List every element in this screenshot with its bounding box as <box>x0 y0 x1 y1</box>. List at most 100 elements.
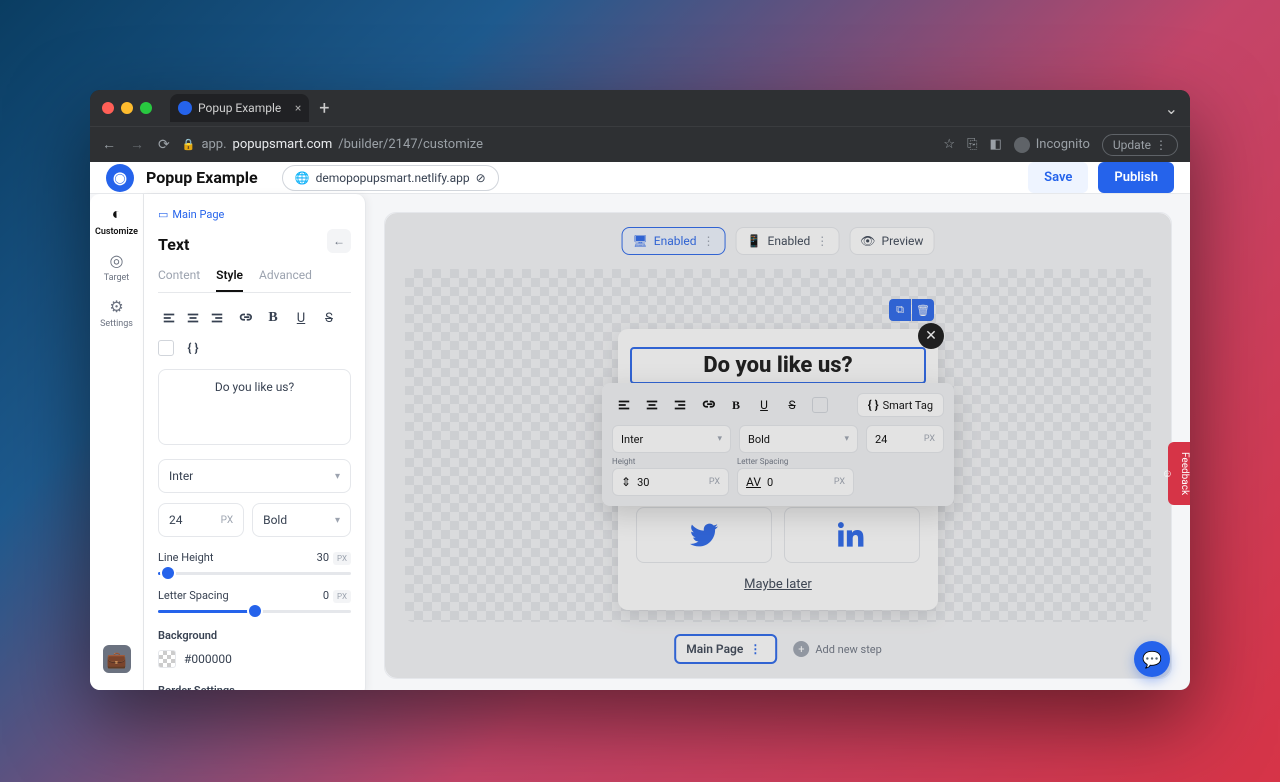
text-toolbar: B U S <box>158 307 351 329</box>
align-right-button[interactable] <box>668 393 692 417</box>
variable-button[interactable]: { } <box>182 337 204 359</box>
linkedin-button[interactable] <box>784 507 920 563</box>
menu-dots-icon[interactable]: ⋮ <box>749 642 761 656</box>
bold-button[interactable]: B <box>724 393 748 417</box>
reading-list-icon[interactable]: ⎘ <box>967 137 977 152</box>
tab-style[interactable]: Style <box>216 268 243 292</box>
font-size-input[interactable]: 24 PX <box>158 503 244 537</box>
panel-title: Text <box>158 235 189 254</box>
settings-icon: ⚙ <box>109 297 123 316</box>
canvas: 🖥 Enabled ⋮ 📱 Enabled ⋮ 👁 Preview <box>366 194 1190 690</box>
mobile-icon: 📱 <box>747 234 762 248</box>
step-main-page[interactable]: Main Page ⋮ <box>674 634 777 664</box>
properties-panel: ▭ Main Page Text ← Content Style Advance… <box>144 194 366 690</box>
rail-settings[interactable]: ⚙ Settings <box>100 297 133 329</box>
close-window-icon[interactable] <box>102 102 114 114</box>
customize-icon: ◐ <box>112 204 122 224</box>
underline-button[interactable]: U <box>290 307 312 329</box>
duplicate-button[interactable]: ⧉ <box>889 299 911 321</box>
popup-name: Popup Example <box>146 168 258 187</box>
panel-tabs: Content Style Advanced <box>158 268 351 293</box>
bookmark-icon[interactable]: ☆ <box>943 137 955 152</box>
save-button[interactable]: Save <box>1028 162 1088 193</box>
reload-icon[interactable]: ⟳ <box>158 137 170 153</box>
brace-icon: { } <box>868 398 879 412</box>
tab-advanced[interactable]: Advanced <box>259 268 312 292</box>
align-left-button[interactable] <box>612 393 636 417</box>
chat-bubble[interactable]: 💬 <box>1134 641 1170 677</box>
address-bar[interactable]: 🔒 app.popupsmart.com/builder/2147/custom… <box>182 137 932 152</box>
plus-icon: + <box>793 641 809 657</box>
line-height-slider[interactable] <box>158 572 351 575</box>
eye-icon: 👁 <box>860 234 875 248</box>
background-value: #000000 <box>184 652 232 666</box>
titlebar: Popup Example × + ⌄ <box>90 90 1190 126</box>
text-color-swatch[interactable] <box>158 340 174 356</box>
line-height-label: Line Height <box>158 551 213 564</box>
breadcrumb[interactable]: ▭ Main Page <box>158 208 224 221</box>
minimize-window-icon[interactable] <box>121 102 133 114</box>
font-family-select[interactable]: Inter ▾ <box>158 459 351 493</box>
chevron-down-icon: ▾ <box>335 471 340 482</box>
feedback-icon: ☺ <box>1162 467 1173 480</box>
strikethrough-button[interactable]: S <box>780 393 804 417</box>
tab-favicon-icon <box>178 101 192 115</box>
align-right-button[interactable] <box>206 307 228 329</box>
ft-font-family-select[interactable]: Inter ▾ <box>612 425 731 453</box>
smart-tag-button[interactable]: { } Smart Tag <box>857 393 944 417</box>
briefcase-icon: 💼 <box>107 650 127 669</box>
update-button[interactable]: Update⋮ <box>1102 134 1178 156</box>
publish-button[interactable]: Publish <box>1098 162 1174 193</box>
tab-close-icon[interactable]: × <box>295 101 301 115</box>
tabs-dropdown-icon[interactable]: ⌄ <box>1165 99 1178 118</box>
link-button[interactable] <box>696 393 720 417</box>
browser-tab[interactable]: Popup Example × <box>170 94 309 122</box>
new-tab-button[interactable]: + <box>319 98 329 119</box>
maybe-later-link[interactable]: Maybe later <box>636 577 920 592</box>
ft-letter-spacing-input[interactable]: AV 0 PX <box>737 468 854 496</box>
ft-font-weight-select[interactable]: Bold ▾ <box>739 425 858 453</box>
text-content-input[interactable]: Do you like us? <box>158 369 351 445</box>
target-domain-pill[interactable]: 🌐 demopopupsmart.netlify.app ⊘ <box>282 165 499 191</box>
underline-button[interactable]: U <box>752 393 776 417</box>
delete-button[interactable]: 🗑 <box>912 299 934 321</box>
desktop-icon: 🖥 <box>633 234 648 248</box>
side-panel-icon[interactable]: ◧ <box>989 137 1001 152</box>
align-center-button[interactable] <box>182 307 204 329</box>
side-rail: ◐ Customize ◎ Target ⚙ Settings 💼 <box>90 194 144 690</box>
feedback-tab[interactable]: Feedback ☺ <box>1168 442 1190 505</box>
mobile-toggle[interactable]: 📱 Enabled ⋮ <box>736 227 840 255</box>
rail-target[interactable]: ◎ Target <box>104 251 130 283</box>
link-button[interactable] <box>234 307 256 329</box>
add-step-button[interactable]: + Add new step <box>793 641 882 657</box>
align-left-button[interactable] <box>158 307 180 329</box>
align-center-button[interactable] <box>640 393 664 417</box>
border-settings-label: Border Settings <box>158 684 351 690</box>
menu-dots-icon[interactable]: ⋮ <box>703 234 715 248</box>
ft-line-height-input[interactable]: ⇕ 30 PX <box>612 468 729 496</box>
strikethrough-button[interactable]: S <box>318 307 340 329</box>
twitter-button[interactable] <box>636 507 772 563</box>
desktop-toggle[interactable]: 🖥 Enabled ⋮ <box>622 227 726 255</box>
selected-text-element[interactable]: Do you like us? <box>630 347 926 384</box>
menu-dots-icon: ⋮ <box>1155 138 1167 152</box>
text-color-swatch[interactable] <box>812 397 828 413</box>
back-icon[interactable]: ← <box>102 136 116 153</box>
font-weight-select[interactable]: Bold ▾ <box>252 503 351 537</box>
preview-button[interactable]: 👁 Preview <box>849 227 934 255</box>
ft-font-size-input[interactable]: 24 PX <box>866 425 944 453</box>
background-swatch[interactable] <box>158 650 176 668</box>
inline-text-toolbar: B U S { } Smart Tag Inter <box>602 383 954 506</box>
rail-customize[interactable]: ◐ Customize <box>95 204 138 237</box>
bold-button[interactable]: B <box>262 307 284 329</box>
tab-content[interactable]: Content <box>158 268 200 292</box>
forward-icon[interactable]: → <box>130 136 144 153</box>
menu-dots-icon[interactable]: ⋮ <box>816 234 828 248</box>
panel-back-button[interactable]: ← <box>327 229 351 253</box>
letter-spacing-slider[interactable] <box>158 610 351 613</box>
briefcase-button[interactable]: 💼 <box>103 645 131 673</box>
maximize-window-icon[interactable] <box>140 102 152 114</box>
app-header: ◉ Popup Example 🌐 demopopupsmart.netlify… <box>90 162 1190 194</box>
url-bar: ← → ⟳ 🔒 app.popupsmart.com/builder/2147/… <box>90 126 1190 162</box>
popup-close-button[interactable]: ✕ <box>918 323 944 349</box>
